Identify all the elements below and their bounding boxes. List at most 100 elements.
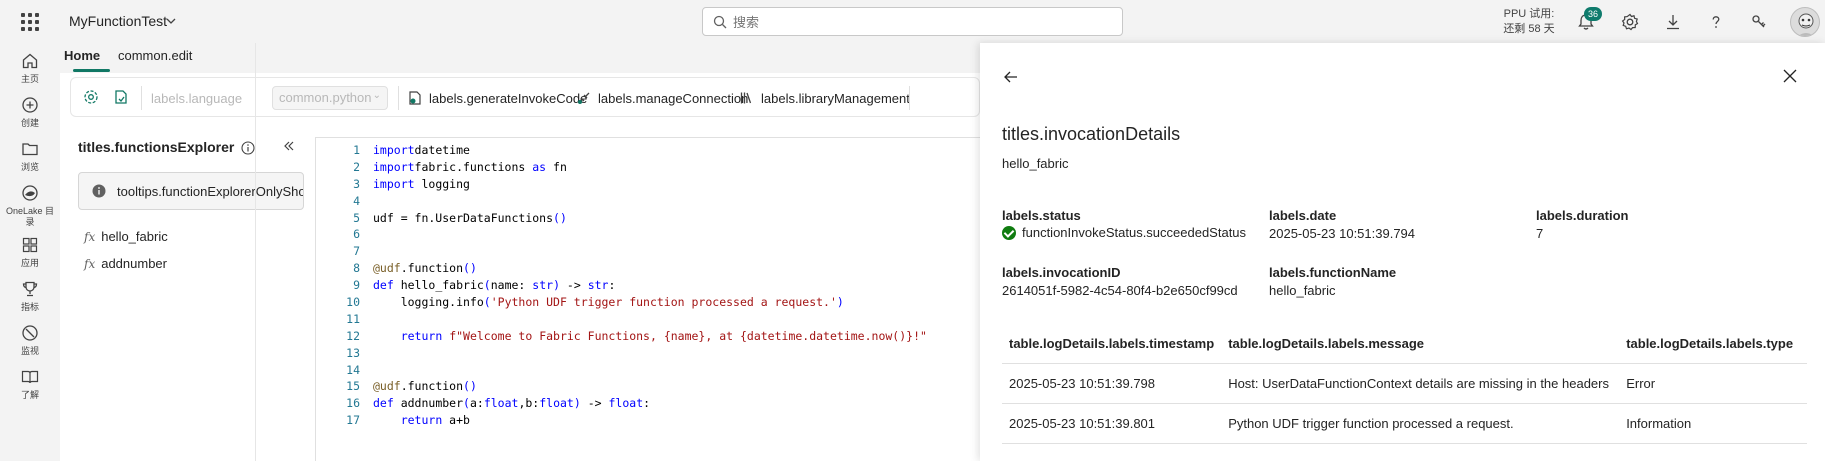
table-row[interactable]: 2025-05-23 10:51:39.801 Python UDF trigg…: [1002, 403, 1807, 444]
code-text: return a+b: [373, 412, 470, 429]
language-label: labels.language: [151, 90, 243, 106]
code-token: as: [532, 159, 547, 174]
rail-item-create[interactable]: 创建: [0, 95, 60, 129]
app-launcher-icon[interactable]: [21, 13, 39, 31]
chevron-down-icon[interactable]: [164, 14, 178, 28]
code-token: logging.info: [373, 295, 484, 310]
code-text: def hello_fabric(name: str) -> str:: [373, 277, 615, 294]
active-tab-indicator: [73, 69, 110, 72]
chevron-down-icon: ⌄: [372, 90, 381, 101]
table-row[interactable]: 2025-05-23 10:51:39.798 Host: UserDataFu…: [1002, 363, 1807, 404]
function-item-hello-fabric[interactable]: fx hello_fabric: [84, 229, 168, 244]
code-text: @udf.function(): [373, 260, 477, 277]
line-number: 14: [346, 362, 360, 377]
rail-item-learn[interactable]: 了解: [0, 367, 60, 401]
code-text: import logging: [373, 176, 470, 193]
close-icon[interactable]: [1783, 69, 1797, 83]
code-token: return: [400, 328, 443, 343]
gear-icon[interactable]: [1620, 12, 1640, 32]
search-input[interactable]: [733, 12, 1113, 32]
trophy-icon: [22, 281, 38, 297]
code-editor[interactable]: 1 importdatetime 2 importfabric.functions a…: [315, 137, 980, 461]
code-token: fn: [546, 159, 567, 174]
manage-connection-button[interactable]: labels.manageConnection: [576, 87, 748, 109]
code-text: importdatetime: [373, 142, 470, 159]
language-select[interactable]: common.python ⌄: [272, 86, 388, 110]
apps-icon: [22, 237, 38, 253]
duration-value: 7: [1536, 226, 1544, 241]
generate-invoke-code-button[interactable]: labels.generateInvokeCode: [407, 87, 587, 109]
folder-icon: [22, 143, 38, 156]
line-number: 2: [353, 159, 360, 174]
function-item-addnumber[interactable]: fx addnumber: [84, 256, 167, 271]
tab-home[interactable]: Home: [64, 48, 100, 63]
success-check-icon: [1002, 226, 1016, 240]
rail-label: 指标: [20, 302, 39, 312]
rail-item-metrics[interactable]: 指标: [0, 279, 60, 313]
avatar[interactable]: [1790, 7, 1820, 37]
code-token: 'Python UDF trigger function processed a…: [490, 295, 837, 310]
trial-status[interactable]: PPU 试用: 还剩 58 天: [1500, 7, 1558, 37]
rail-item-browse[interactable]: 浏览: [0, 139, 60, 173]
code-token: f"Welcome to Fabric Functions, {name}, a…: [449, 328, 927, 343]
code-token: fabric.functions: [414, 159, 533, 174]
workspace-name[interactable]: MyFunctionTest: [69, 13, 167, 29]
code-token: str: [587, 278, 609, 293]
rail-item-home[interactable]: 主页: [0, 51, 60, 85]
search-box[interactable]: [702, 7, 1123, 36]
column-header-message[interactable]: table.logDetails.labels.message: [1221, 325, 1620, 364]
share-feedback-icon[interactable]: [1749, 12, 1769, 32]
cell-message: Host: UserDataFunctionContext details ar…: [1221, 363, 1620, 404]
line-number: 9: [353, 278, 360, 293]
explorer-title: titles.functionsExplorer: [78, 139, 235, 155]
column-header-type[interactable]: table.logDetails.labels.type: [1619, 325, 1807, 364]
status-label: labels.status: [1002, 208, 1081, 223]
code-token: (): [553, 210, 567, 225]
download-icon[interactable]: [1663, 12, 1683, 32]
rail-item-monitor[interactable]: 监视: [0, 323, 60, 357]
code-token: import: [373, 159, 415, 174]
connection-label: labels.manageConnection: [598, 90, 749, 106]
search-icon: [713, 15, 727, 29]
log-details-table: table.logDetails.labels.timestamp table.…: [1002, 325, 1807, 444]
ribbon-toolbar: labels.language common.python ⌄ labels.ge…: [70, 77, 980, 117]
code-token: def: [373, 396, 394, 411]
explorer-splitter[interactable]: [255, 43, 256, 461]
code-token: name:: [490, 278, 533, 293]
settings-gear-icon[interactable]: [83, 89, 99, 105]
collapse-panel-icon[interactable]: [281, 138, 297, 154]
code-token: return: [400, 413, 443, 428]
line-number: 6: [353, 227, 360, 242]
back-arrow-icon[interactable]: [1002, 68, 1020, 86]
home-icon: [22, 53, 38, 69]
function-name-value: hello_fabric: [1269, 283, 1336, 298]
ribbon-tabs: Home common.edit: [60, 43, 980, 73]
tab-edit[interactable]: common.edit: [118, 48, 192, 63]
code-token: :: [608, 278, 616, 293]
info-icon[interactable]: [241, 141, 255, 155]
ribbon-separator: [398, 86, 399, 110]
invocation-details-panel: titles.invocationDetails hello_fabric la…: [980, 43, 1825, 461]
code-token: (: [483, 278, 491, 293]
cell-type: Information: [1619, 403, 1807, 444]
status-text: functionInvokeStatus.succeededStatus: [1022, 225, 1247, 240]
cell-type: Error: [1619, 363, 1807, 404]
rail-item-apps[interactable]: 应用: [0, 235, 60, 269]
code-token: ->: [560, 278, 588, 293]
publish-icon[interactable]: [113, 89, 129, 105]
help-icon[interactable]: [1706, 12, 1726, 32]
code-token: a+b: [442, 413, 470, 428]
code-token: ): [836, 295, 844, 310]
rail-item-onelake[interactable]: OneLake 目录: [0, 183, 60, 228]
code-text: logging.info('Python UDF trigger functio…: [373, 294, 844, 311]
code-token: logging: [414, 176, 470, 191]
rail-label: OneLake 目录: [5, 206, 55, 227]
library-management-button[interactable]: labels.libraryManagement: [739, 87, 910, 109]
code-token: @udf: [373, 261, 401, 276]
function-icon: fx: [84, 230, 96, 244]
panel-subtitle: hello_fabric: [1002, 156, 1069, 171]
column-header-timestamp[interactable]: table.logDetails.labels.timestamp: [1002, 325, 1222, 364]
line-number: 13: [346, 345, 360, 360]
line-number: 4: [353, 193, 360, 208]
code-text: @udf.function(): [373, 378, 477, 395]
